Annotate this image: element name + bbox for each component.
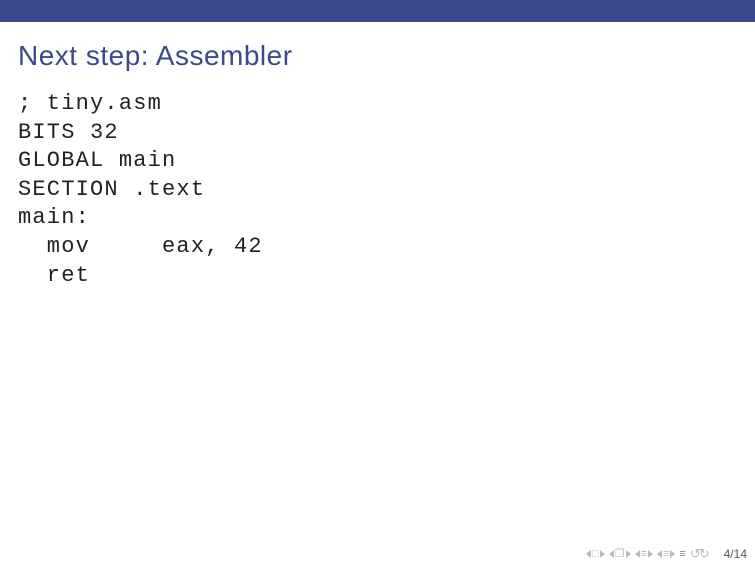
slide-title: Next step: Assembler (0, 22, 755, 82)
header-bar (0, 0, 755, 22)
nav-back-icon[interactable]: ≡ (635, 549, 653, 560)
page-number: 4/14 (718, 547, 747, 561)
nav-controls: □ ❐ ≡ ≡ ≡ ↺↻ (586, 546, 708, 562)
page-total: 14 (734, 547, 747, 561)
nav-section-icon[interactable]: ≡ (679, 549, 685, 560)
nav-refresh-icon[interactable]: ↺↻ (690, 546, 708, 562)
nav-first-icon[interactable]: □ (586, 549, 605, 560)
nav-prev-icon[interactable]: ❐ (609, 549, 631, 560)
footer: □ ❐ ≡ ≡ ≡ ↺↻ 4/14 (586, 546, 747, 562)
nav-fwd-icon[interactable]: ≡ (657, 549, 675, 560)
code-block: ; tiny.asm BITS 32 GLOBAL main SECTION .… (0, 82, 755, 290)
